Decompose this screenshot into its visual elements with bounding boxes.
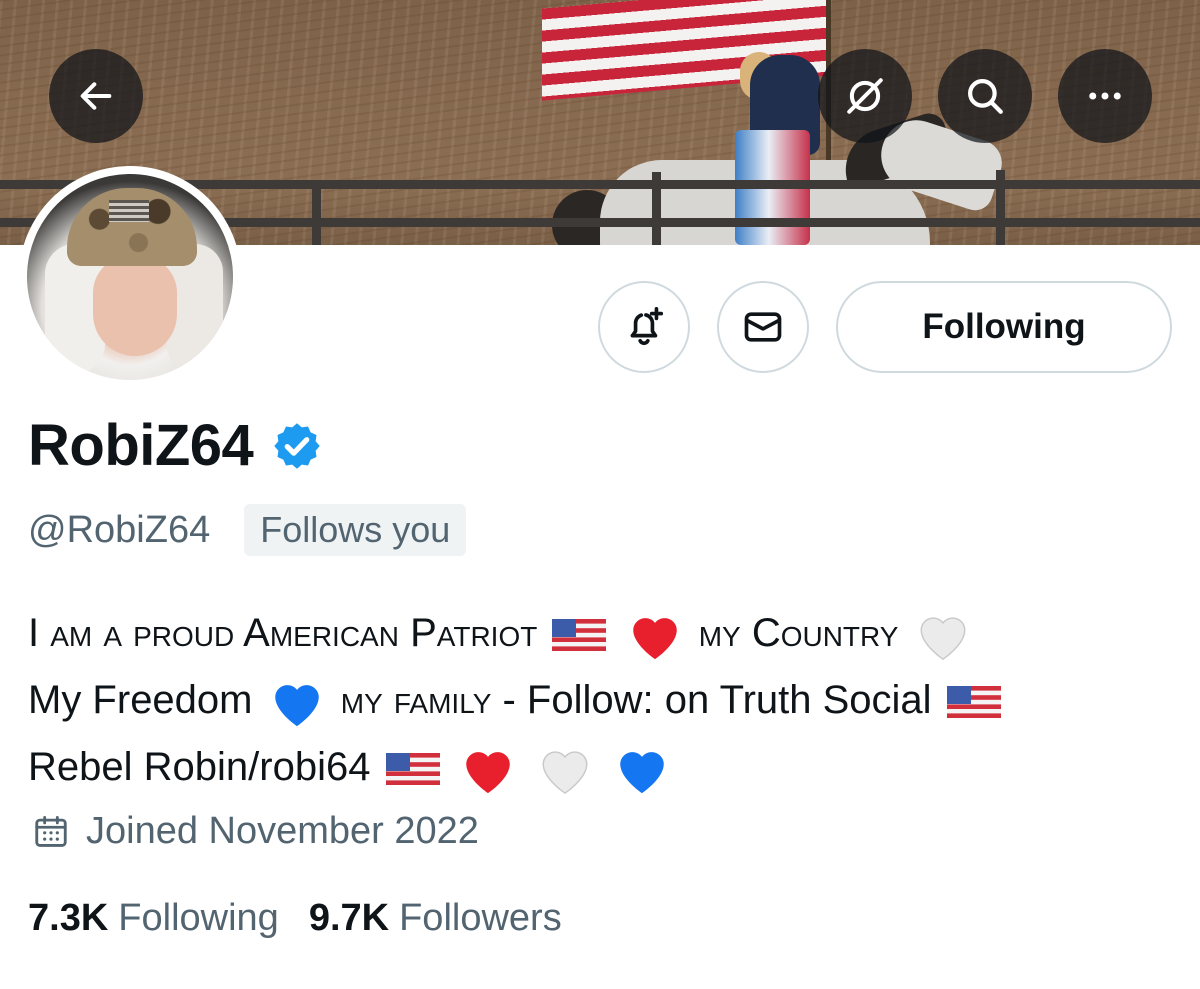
more-horizontal-icon [1089,92,1121,100]
red-heart-emoji-icon [465,752,510,794]
notifications-button[interactable] [598,281,690,373]
fence-post [996,170,1005,245]
avatar-face [93,256,177,356]
calendar-icon [35,815,67,847]
avatar[interactable] [27,174,233,380]
envelope-icon [744,312,782,342]
followers-stat[interactable]: 9.7K Followers [309,897,562,940]
back-button[interactable] [49,49,143,143]
grok-icon [847,78,883,114]
red-heart-emoji-icon [632,618,677,660]
bio-text: - Follow: on Truth Social [502,678,932,722]
us-flag-emoji-icon [552,619,607,652]
followers-label: Followers [399,897,562,939]
joined-row: Joined November 2022 [32,810,479,853]
search-icon [968,79,1003,114]
us-flag-emoji-icon [385,753,440,786]
white-heart-emoji-icon [920,617,966,661]
us-flag-emoji-icon [946,686,1001,719]
bio-text: My Freedom [28,678,253,722]
more-button[interactable] [1058,49,1152,143]
follows-you-badge: Follows you [244,504,467,556]
bio-text: my family [340,678,492,722]
bell-plus-icon [630,306,664,346]
bio-line: Rebel Robin/robi64 [28,734,1188,801]
followers-count: 9.7K [308,897,390,939]
fence-post [312,180,321,245]
display-name: RobiZ64 [28,413,254,478]
following-count: 7.3K [28,897,109,939]
arrow-left-icon [80,82,112,110]
verified-badge-icon[interactable] [271,420,323,472]
handle-row: @RobiZ64 Follows you [28,504,467,556]
following-stat[interactable]: 7.3K Following [28,897,279,940]
following-label: Following [118,897,279,939]
bio-text: Rebel Robin/robi64 [28,745,371,789]
grok-button[interactable] [818,49,912,143]
avatar-cap-flag-patch [109,200,149,222]
profile-bio: I am a proud American Patriot my Country… [28,600,1188,801]
search-button[interactable] [938,49,1032,143]
user-handle: @RobiZ64 [28,508,211,551]
fence-post [652,172,661,245]
following-button[interactable]: Following [836,281,1172,373]
blue-heart-emoji-icon [620,752,664,794]
follow-stats: 7.3K Following 9.7K Followers [28,897,562,940]
blue-heart-emoji-icon [274,685,319,727]
joined-date: Joined November 2022 [86,810,479,852]
white-heart-emoji-icon [542,751,588,795]
bio-line: I am a proud American Patriot my Country [28,600,1188,667]
bio-text: my Country [698,611,899,655]
bio-text: I am a proud American Patriot [28,611,538,655]
bio-line: My Freedom my family - Follow: on Truth … [28,667,1188,734]
name-row: RobiZ64 [28,412,323,479]
message-button[interactable] [717,281,809,373]
